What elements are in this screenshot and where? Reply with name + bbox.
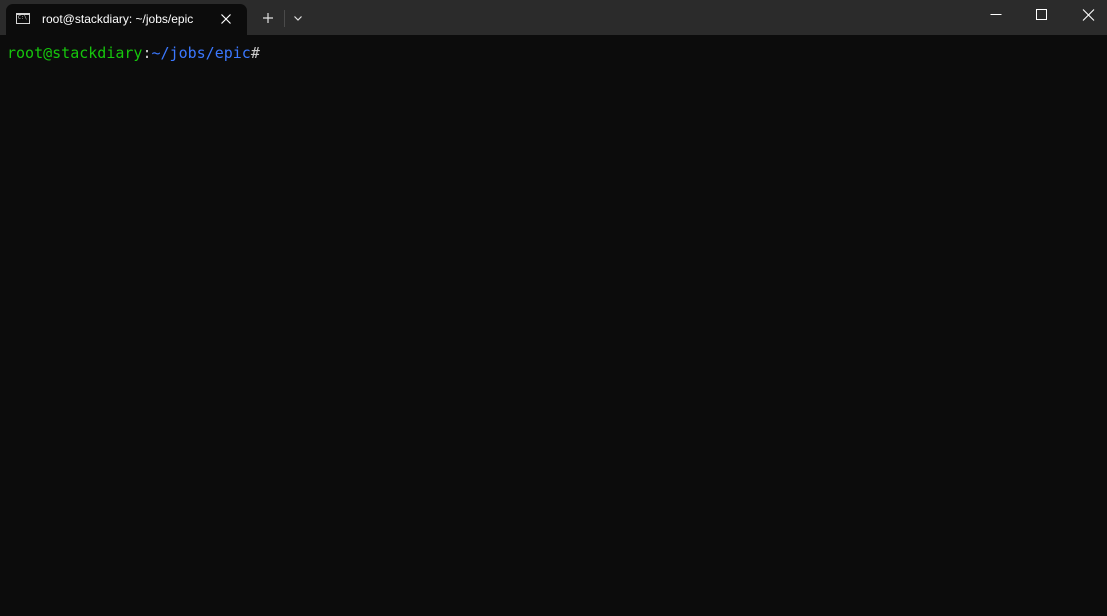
prompt-symbol: # — [250, 44, 260, 62]
title-bar: C:\ root@stackdiary: ~/jobs/epic — [0, 0, 1107, 35]
command-prompt: root@stackdiary:~/jobs/epic# — [7, 44, 260, 62]
chevron-down-icon — [294, 16, 302, 21]
maximize-icon — [1036, 9, 1047, 20]
terminal-output[interactable]: root@stackdiary:~/jobs/epic# — [0, 35, 1107, 616]
terminal-icon: C:\ — [16, 13, 30, 24]
tab-separator — [284, 10, 285, 27]
close-tab-button[interactable] — [218, 11, 234, 27]
minimize-icon — [990, 14, 1002, 15]
tab-terminal[interactable]: C:\ root@stackdiary: ~/jobs/epic — [6, 4, 247, 35]
terminal-window: C:\ root@stackdiary: ~/jobs/epic root@st… — [0, 0, 1107, 616]
close-icon — [221, 14, 231, 24]
prompt-user-host: root@stackdiary — [7, 44, 143, 62]
prompt-path: ~/jobs/epic — [151, 44, 251, 62]
maximize-button[interactable] — [1019, 0, 1065, 32]
tab-title: root@stackdiary: ~/jobs/epic — [42, 12, 194, 26]
profiles-dropdown-button[interactable] — [288, 9, 308, 27]
new-tab-button[interactable] — [258, 8, 278, 28]
close-icon — [1082, 9, 1095, 21]
plus-icon — [263, 13, 273, 23]
close-window-button[interactable] — [1065, 0, 1107, 32]
prompt-separator: : — [142, 44, 152, 62]
minimize-button[interactable] — [973, 0, 1019, 32]
